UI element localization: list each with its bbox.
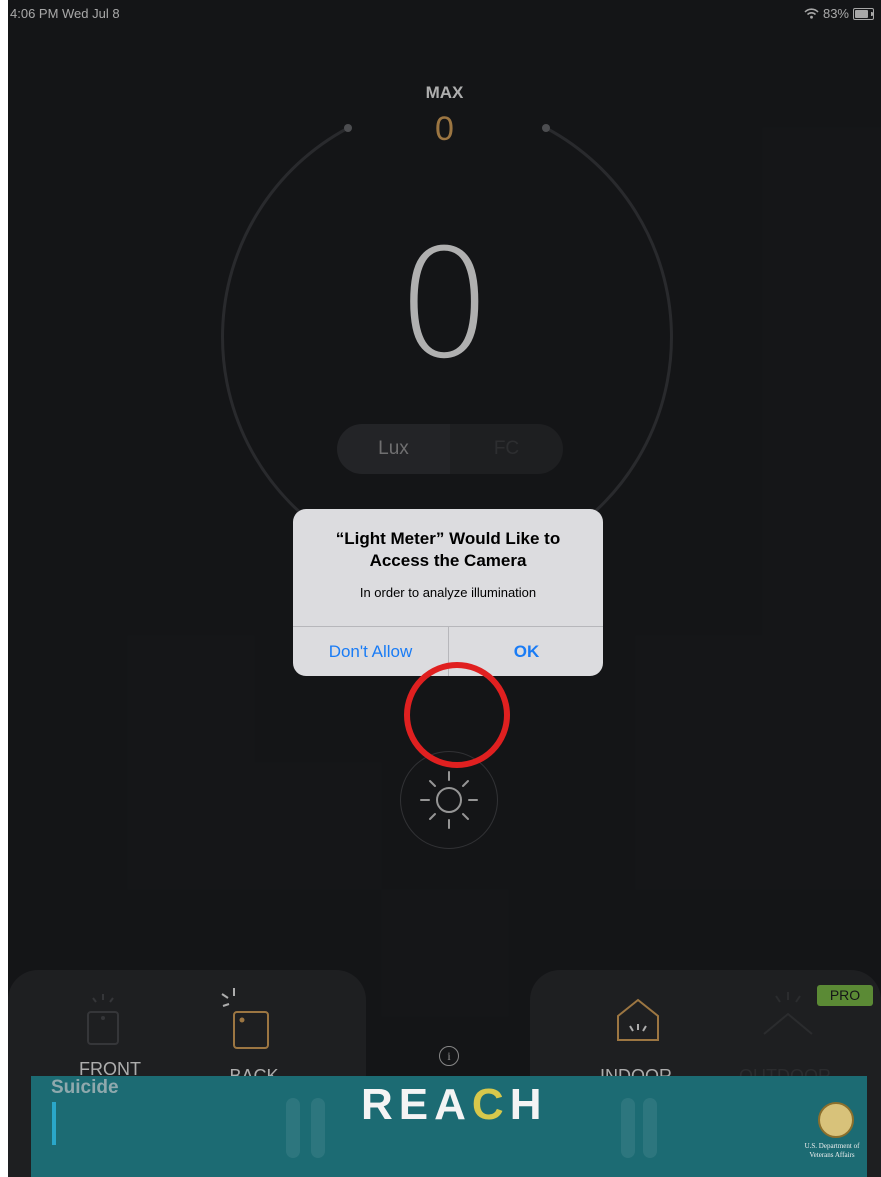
unit-toggle[interactable]: Lux FC <box>337 424 563 474</box>
ad-banner[interactable]: Suicide REACH U.S. Department of Veteran… <box>31 1076 867 1177</box>
pro-badge: PRO <box>817 985 873 1006</box>
indoor-icon[interactable] <box>610 994 670 1050</box>
ad-title-highlight: C <box>471 1080 510 1129</box>
unit-fc-option[interactable]: FC <box>450 424 563 474</box>
max-label: MAX <box>425 83 464 102</box>
alert-title: “Light Meter” Would Like to Access the C… <box>335 529 561 570</box>
annotation-circle <box>404 662 510 768</box>
app-screen: 4:06 PM Wed Jul 8 83% MAX 0 0 Lux FC PRO… <box>8 0 881 1177</box>
ad-decoration <box>643 1098 657 1158</box>
front-camera-icon[interactable] <box>78 990 138 1050</box>
va-seal-icon <box>818 1102 854 1138</box>
info-icon[interactable]: i <box>439 1046 459 1066</box>
ad-title-part: H <box>509 1080 548 1129</box>
ad-title: REACH <box>361 1080 547 1130</box>
unit-lux-option[interactable]: Lux <box>337 424 450 474</box>
ad-decoration <box>311 1098 325 1158</box>
dont-allow-button[interactable]: Don't Allow <box>293 627 448 676</box>
ad-side-text: Suicide <box>51 1077 119 1098</box>
ad-logo-text: U.S. Department of Veterans Affairs <box>804 1142 860 1159</box>
back-camera-icon[interactable] <box>220 986 280 1050</box>
ad-decoration <box>621 1098 635 1158</box>
alert-message: In order to analyze illumination <box>359 585 537 600</box>
ad-decoration <box>286 1098 300 1158</box>
ad-accent-bar <box>52 1102 56 1145</box>
lux-reading: 0 <box>396 218 493 392</box>
max-value: 0 <box>435 110 454 148</box>
camera-permission-alert: “Light Meter” Would Like to Access the C… <box>293 509 603 676</box>
ad-title-part: REA <box>361 1080 472 1129</box>
